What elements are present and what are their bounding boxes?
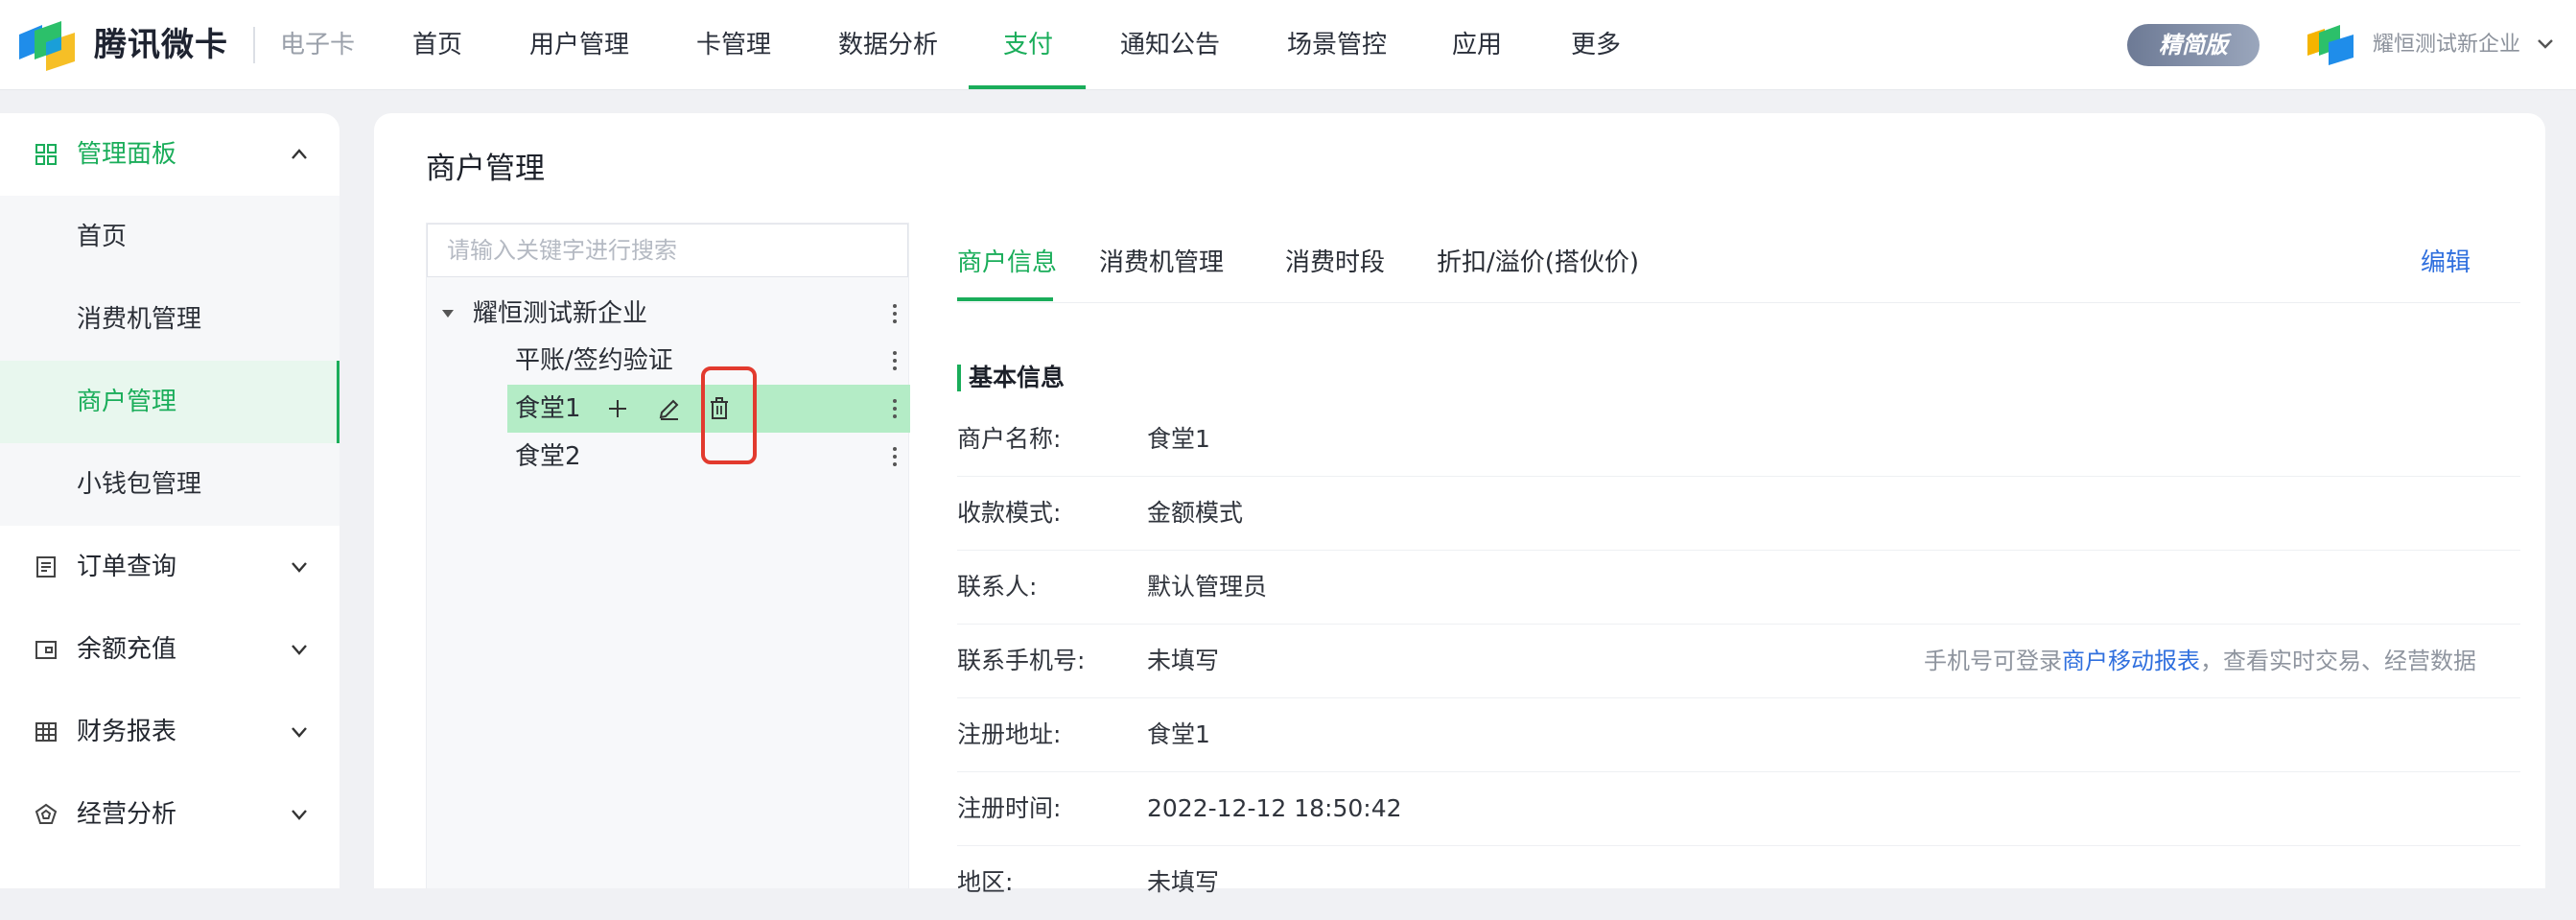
top-bar: 腾讯微卡 电子卡 首页 用户管理 卡管理 数据分析 支付 通知公告 场景管控 应… [0, 0, 2576, 90]
product-name: 电子卡 [280, 31, 356, 59]
wallet-icon [35, 641, 57, 659]
tab-merchant-info[interactable]: 商户信息 [957, 234, 1057, 303]
nav-scene-control[interactable]: 场景管控 [1287, 0, 1387, 90]
field-value: 未填写 [1147, 868, 1220, 896]
more-vertical-icon[interactable] [891, 349, 899, 372]
phone-hint-prefix: 手机号可登录 [1924, 648, 2062, 674]
sidebar-group-business-analysis[interactable]: 经营分析 [0, 773, 340, 856]
sidebar-item-label: 小钱包管理 [77, 470, 202, 499]
add-icon[interactable] [605, 396, 630, 421]
chevron-down-icon [292, 727, 307, 738]
field-row-contact: 联系人: 默认管理员 [957, 551, 2520, 625]
sidebar-group-dashboard[interactable]: 管理面板 [0, 113, 340, 196]
tree-node-reconcile[interactable]: 平账/签约验证 [515, 337, 673, 385]
field-label: 联系人: [957, 573, 1038, 601]
sidebar-group-label: 管理面板 [77, 140, 177, 169]
field-row-region: 地区: 未填写 [957, 846, 2520, 920]
field-value: 金额模式 [1147, 499, 1244, 527]
tab-discount-premium[interactable]: 折扣/溢价(搭伙价) [1437, 234, 1639, 303]
field-value: 默认管理员 [1147, 573, 1268, 601]
field-row-register-time: 注册时间: 2022-12-12 18:50:42 [957, 772, 2520, 846]
chevron-up-icon [292, 149, 307, 159]
sidebar-group-label: 经营分析 [77, 800, 177, 829]
section-marker [957, 365, 961, 391]
section-title: 基本信息 [969, 364, 1066, 391]
nav-active-indicator [969, 85, 1086, 89]
detail-tabs: 商户信息 消费机管理 消费时段 折扣/溢价(搭伙价) [957, 234, 2520, 303]
field-value: 2022-12-12 18:50:42 [1147, 794, 1402, 822]
nav-apps[interactable]: 应用 [1452, 0, 1502, 90]
phone-hint-suffix: ，查看实时交易、经营数据 [2200, 648, 2476, 674]
org-logo-icon [2307, 25, 2354, 65]
sidebar-group-recharge[interactable]: 余额充值 [0, 608, 340, 691]
sidebar: 管理面板 首页 消费机管理 商户管理 小钱包管理 订单查询 余额充值 财务报表 … [0, 113, 340, 888]
chevron-down-icon [292, 810, 307, 820]
order-list-icon [36, 556, 56, 578]
nav-card-management[interactable]: 卡管理 [696, 0, 771, 90]
nav-more[interactable]: 更多 [1571, 0, 1621, 90]
field-label: 注册时间: [957, 794, 1062, 822]
sidebar-group-label: 余额充值 [77, 635, 177, 664]
chevron-down-icon [292, 562, 307, 573]
field-label: 地区: [957, 868, 1014, 896]
edit-pencil-icon[interactable] [657, 396, 682, 421]
sidebar-group-finance-reports[interactable]: 财务报表 [0, 691, 340, 773]
search-input[interactable] [427, 224, 908, 277]
phone-hint: 手机号可登录商户移动报表，查看实时交易、经营数据 [1924, 625, 2476, 697]
tree-node-root[interactable]: 耀恒测试新企业 [473, 290, 647, 338]
chevron-down-icon [292, 645, 307, 655]
nav-data-analysis[interactable]: 数据分析 [838, 0, 938, 90]
brand-name: 腾讯微卡 [94, 26, 228, 64]
field-value: 食堂1 [1147, 425, 1210, 453]
sidebar-group-label: 订单查询 [77, 553, 177, 581]
table-icon [35, 722, 57, 742]
nav-home[interactable]: 首页 [412, 0, 462, 90]
analysis-icon [35, 803, 58, 824]
tree-node-canteen-1[interactable]: 食堂1 [515, 385, 581, 433]
nav-user-management[interactable]: 用户管理 [529, 0, 629, 90]
sidebar-group-orders[interactable]: 订单查询 [0, 526, 340, 608]
caret-down-icon[interactable] [440, 308, 456, 319]
nav-notifications[interactable]: 通知公告 [1120, 0, 1220, 90]
field-row-merchant-name: 商户名称: 食堂1 [957, 403, 2520, 477]
more-vertical-icon[interactable] [891, 445, 899, 468]
edition-badge[interactable]: 精简版 [2127, 24, 2260, 66]
delete-highlight-box [701, 366, 757, 464]
field-label: 收款模式: [957, 499, 1062, 527]
merchant-tree-panel: 耀恒测试新企业 平账/签约验证 食堂1 食堂2 [426, 223, 910, 888]
field-row-address: 注册地址: 食堂1 [957, 698, 2520, 772]
tree-node-canteen-2[interactable]: 食堂2 [515, 433, 581, 481]
edit-button[interactable]: 编辑 [2421, 234, 2471, 292]
main-card: 商户管理 耀恒测试新企业 平账/签约验证 食堂1 [374, 113, 2545, 896]
sidebar-item-small-wallet[interactable]: 小钱包管理 [0, 443, 340, 526]
tab-active-indicator [957, 297, 1053, 301]
field-value: 食堂1 [1147, 720, 1210, 748]
brand-divider [253, 27, 255, 63]
org-switcher[interactable]: 耀恒测试新企业 [2373, 23, 2520, 67]
sidebar-active-indicator [337, 361, 340, 443]
field-label: 联系手机号: [957, 647, 1086, 674]
more-vertical-icon[interactable] [891, 302, 899, 325]
merchant-mobile-report-link[interactable]: 商户移动报表 [2062, 648, 2200, 674]
field-value: 未填写 [1147, 647, 1220, 674]
tab-pos-machines[interactable]: 消费机管理 [1099, 234, 1224, 303]
field-label: 注册地址: [957, 720, 1062, 748]
sidebar-item-label: 消费机管理 [77, 305, 202, 334]
field-label: 商户名称: [957, 425, 1062, 453]
dashboard-grid-icon [35, 144, 57, 165]
more-vertical-icon[interactable] [891, 397, 899, 420]
nav-payment[interactable]: 支付 [1003, 0, 1053, 90]
chevron-down-icon[interactable] [2536, 36, 2555, 52]
field-row-payment-mode: 收款模式: 金额模式 [957, 477, 2520, 551]
sidebar-group-label: 财务报表 [77, 718, 177, 746]
sidebar-item-label: 首页 [77, 223, 128, 251]
sidebar-item-label: 商户管理 [77, 388, 177, 416]
weika-logo-icon [19, 21, 75, 71]
tab-consumption-periods[interactable]: 消费时段 [1285, 234, 1385, 303]
page-title: 商户管理 [426, 152, 545, 186]
sidebar-item-pos-machines[interactable]: 消费机管理 [0, 278, 340, 361]
sidebar-item-home[interactable]: 首页 [0, 196, 340, 278]
sidebar-item-merchant-management[interactable]: 商户管理 [0, 361, 340, 443]
field-row-contact-phone: 联系手机号: 未填写 手机号可登录商户移动报表，查看实时交易、经营数据 [957, 625, 2520, 698]
